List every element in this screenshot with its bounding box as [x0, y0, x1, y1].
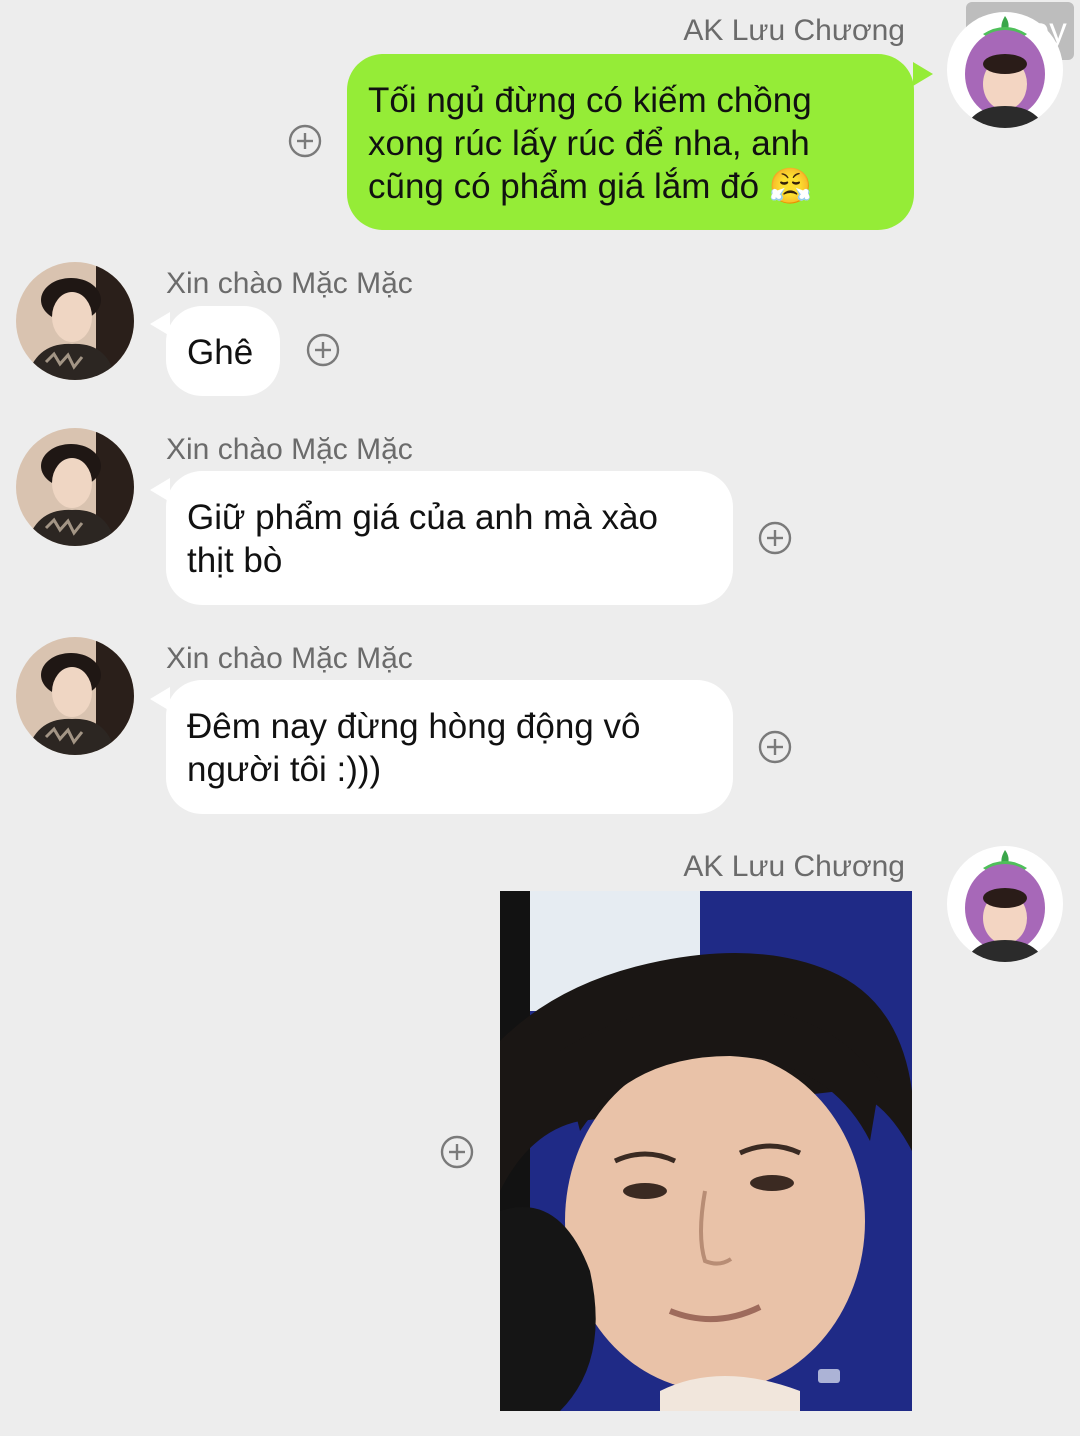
avatar-eggplant-hat[interactable] — [947, 12, 1063, 128]
avatar-portrait[interactable] — [16, 637, 134, 755]
avatar-eggplant-hat[interactable] — [947, 846, 1063, 962]
message-line: cũng có phẩm giá lắm đó — [368, 167, 760, 206]
plus-circle-icon[interactable] — [758, 521, 792, 555]
message-bubble-incoming[interactable]: Giữ phẩm giá của anh mà xào thịt bò — [166, 471, 733, 605]
sender-name: Xin chào Mặc Mặc — [166, 642, 413, 675]
sender-name: AK Lưu Chương — [683, 14, 905, 47]
sender-name: AK Lưu Chương — [683, 850, 905, 883]
message-line: Đêm nay đừng hòng động vô — [187, 707, 641, 746]
portrait-avatar-icon — [16, 262, 134, 380]
eggplant-hat-avatar-icon — [947, 846, 1063, 962]
plus-circle-icon[interactable] — [758, 730, 792, 764]
message-line: Ghê — [187, 333, 254, 372]
message-bubble-incoming[interactable]: Ghê — [166, 306, 280, 396]
message-line: Giữ phẩm giá của anh mà xào — [187, 498, 658, 537]
face-photo — [500, 891, 912, 1411]
plus-circle-icon[interactable] — [288, 124, 322, 158]
plus-circle-icon[interactable] — [306, 333, 340, 367]
avatar-portrait[interactable] — [16, 428, 134, 546]
plus-circle-icon[interactable] — [440, 1135, 474, 1169]
image-message[interactable] — [500, 891, 912, 1411]
message-bubble-incoming[interactable]: Đêm nay đừng hòng động vô người tôi :))) — [166, 680, 733, 814]
message-line: thịt bò — [187, 541, 283, 580]
bubble-tail — [913, 62, 933, 86]
message-line: người tôi :))) — [187, 750, 382, 789]
message-bubble-outgoing[interactable]: Tối ngủ đừng có kiếm chồng xong rúc lấy … — [347, 54, 914, 230]
eggplant-hat-avatar-icon — [947, 12, 1063, 128]
message-line: Tối ngủ đừng có kiếm chồng — [368, 81, 812, 120]
sender-name: Xin chào Mặc Mặc — [166, 433, 413, 466]
sender-name: Xin chào Mặc Mặc — [166, 267, 413, 300]
portrait-avatar-icon — [16, 637, 134, 755]
avatar-portrait[interactable] — [16, 262, 134, 380]
message-line: xong rúc lấy rúc để nha, anh — [368, 124, 810, 163]
huffing-face-emoji: 😤 — [768, 167, 813, 206]
portrait-avatar-icon — [16, 428, 134, 546]
